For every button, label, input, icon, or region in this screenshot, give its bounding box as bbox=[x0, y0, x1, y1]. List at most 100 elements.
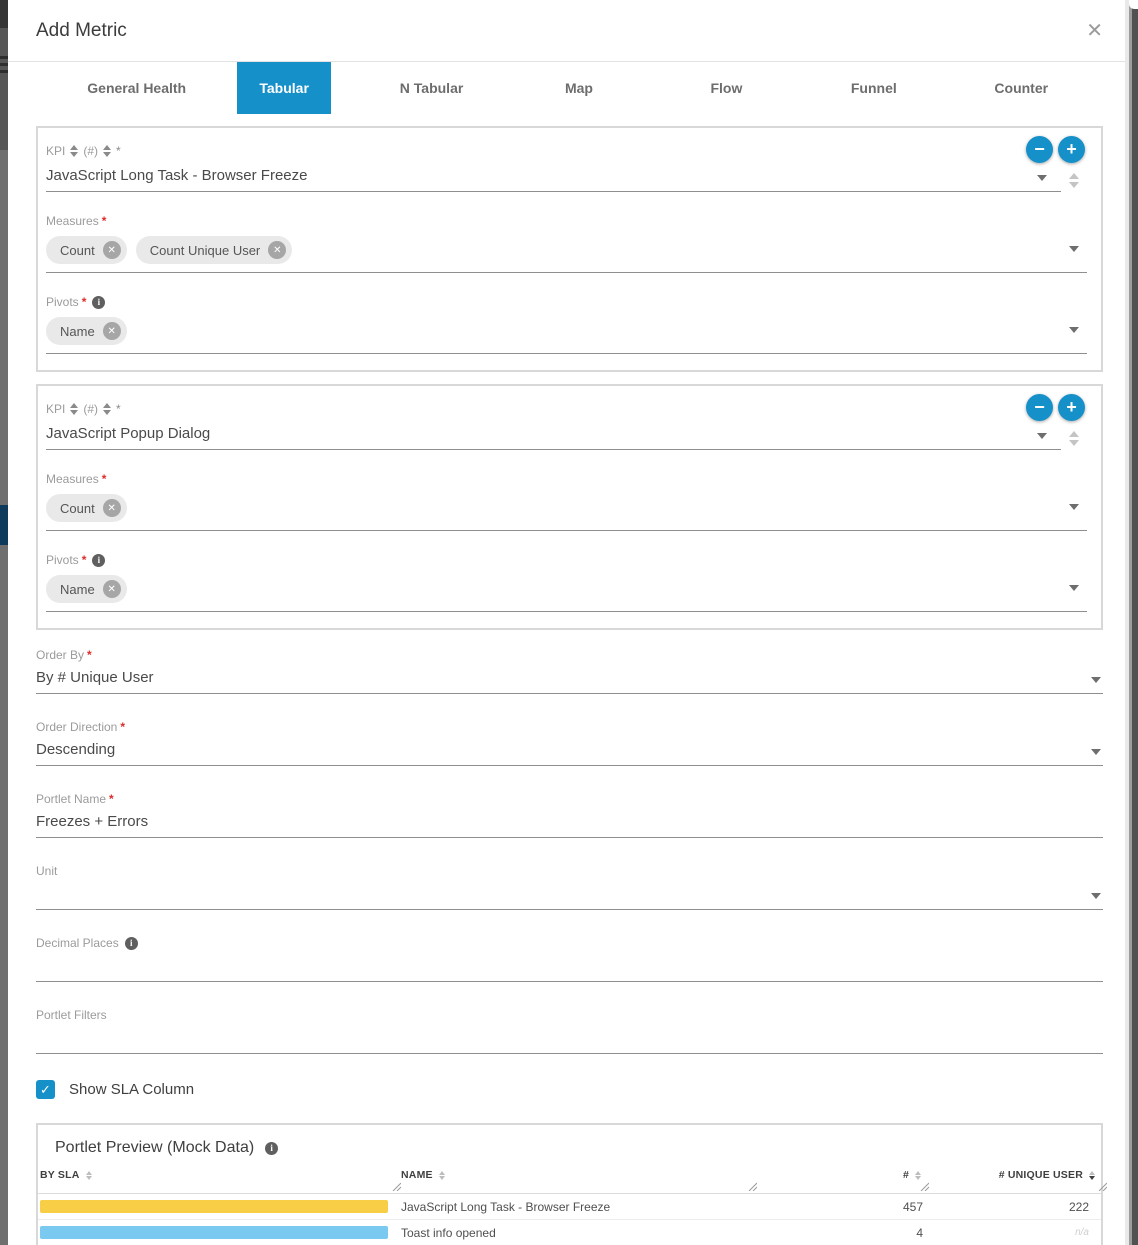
order-by-select[interactable]: By # Unique User bbox=[36, 666, 1103, 694]
remove-chip-icon[interactable]: ✕ bbox=[103, 241, 121, 259]
add-kpi-button[interactable]: + bbox=[1058, 394, 1085, 421]
order-direction-select[interactable]: Descending bbox=[36, 738, 1103, 766]
tab-tabular[interactable]: Tabular bbox=[210, 62, 357, 114]
tab-counter[interactable]: Counter bbox=[948, 62, 1095, 114]
unit-label: Unit bbox=[36, 864, 1103, 878]
portlet-name-label: Portlet Name* bbox=[36, 792, 1103, 806]
sla-bar bbox=[40, 1226, 388, 1239]
portlet-name-field: Portlet Name* Freezes + Errors bbox=[36, 792, 1103, 838]
pivots-label: Pivots* i bbox=[46, 295, 1087, 309]
tab-funnel[interactable]: Funnel bbox=[800, 62, 947, 114]
pivots-select[interactable]: Name ✕ bbox=[46, 313, 1087, 354]
required-mark: * bbox=[82, 553, 87, 567]
unit-select[interactable] bbox=[36, 882, 1103, 910]
sort-updown-icon[interactable] bbox=[70, 145, 78, 157]
chip-label: Count Unique User bbox=[150, 243, 261, 258]
column-label: BY SLA bbox=[40, 1169, 80, 1181]
chevron-down-icon bbox=[1037, 175, 1047, 181]
info-icon: i bbox=[92, 554, 105, 567]
kpi-label-text: KPI bbox=[46, 402, 65, 416]
portlet-name-input[interactable]: Freezes + Errors bbox=[36, 810, 1103, 838]
column-header-unique-user[interactable]: # UNIQUE USER bbox=[923, 1169, 1101, 1181]
measures-select[interactable]: Count ✕ Count Unique User ✕ bbox=[46, 232, 1087, 273]
row-name: Toast info opened bbox=[395, 1226, 751, 1240]
decimal-places-label: Decimal Places i bbox=[36, 936, 1103, 950]
column-label: NAME bbox=[401, 1169, 433, 1181]
order-by-label: Order By* bbox=[36, 648, 1103, 662]
preview-table: BY SLA NAME # # UNIQUE USER bbox=[38, 1169, 1101, 1245]
preview-table-header: BY SLA NAME # # UNIQUE USER bbox=[38, 1169, 1101, 1194]
column-resize-handle[interactable] bbox=[747, 1181, 757, 1191]
row-count: 4 bbox=[751, 1226, 923, 1240]
sort-updown-icon[interactable] bbox=[70, 403, 78, 415]
column-resize-handle[interactable] bbox=[391, 1181, 401, 1191]
row-name: JavaScript Long Task - Browser Freeze bbox=[395, 1200, 751, 1214]
label-text: Order Direction bbox=[36, 720, 117, 734]
chevron-down-icon bbox=[1091, 749, 1101, 755]
kpi-select[interactable]: JavaScript Long Task - Browser Freeze bbox=[46, 166, 1061, 192]
close-icon[interactable]: ✕ bbox=[1086, 21, 1103, 41]
decimal-places-input[interactable] bbox=[36, 954, 1103, 982]
info-icon: i bbox=[92, 296, 105, 309]
kpi-select[interactable]: JavaScript Popup Dialog bbox=[46, 424, 1061, 450]
sort-updown-icon[interactable] bbox=[103, 145, 111, 157]
required-mark: * bbox=[120, 720, 125, 734]
background-scrollbar[interactable] bbox=[1125, 0, 1138, 1245]
measures-label-text: Measures bbox=[46, 472, 99, 486]
table-row: Toast info opened 4 n/a bbox=[38, 1220, 1101, 1245]
column-header-count[interactable]: # bbox=[751, 1169, 923, 1181]
kpi-number-stepper[interactable] bbox=[1061, 431, 1087, 450]
remove-kpi-button[interactable]: − bbox=[1026, 136, 1053, 163]
pivots-select[interactable]: Name ✕ bbox=[46, 571, 1087, 612]
required-mark: * bbox=[109, 792, 114, 806]
tab-general-health[interactable]: General Health bbox=[63, 62, 210, 114]
column-header-name[interactable]: NAME bbox=[395, 1169, 751, 1181]
column-header-by-sla[interactable]: BY SLA bbox=[40, 1169, 395, 1181]
column-label: # bbox=[903, 1169, 909, 1181]
measures-select[interactable]: Count ✕ bbox=[46, 490, 1087, 531]
required-mark: * bbox=[116, 144, 121, 158]
column-label: # UNIQUE USER bbox=[999, 1169, 1083, 1181]
measure-chip: Count ✕ bbox=[46, 494, 127, 522]
remove-kpi-button[interactable]: − bbox=[1026, 394, 1053, 421]
kpi-label: KPI (#) * bbox=[46, 144, 1087, 158]
portlet-filters-input[interactable] bbox=[36, 1026, 1103, 1054]
show-sla-checkbox[interactable]: ✓ bbox=[36, 1080, 55, 1099]
tab-label: Tabular bbox=[237, 62, 331, 114]
kpi-hash-text: (#) bbox=[83, 402, 98, 416]
tab-flow[interactable]: Flow bbox=[653, 62, 800, 114]
row-unique-user: n/a bbox=[923, 1227, 1101, 1238]
add-metric-modal: Add Metric ✕ General Health Tabular N Ta… bbox=[8, 0, 1125, 1245]
background-sidebar-item bbox=[0, 505, 8, 545]
portlet-filters-label: Portlet Filters bbox=[36, 1008, 1103, 1022]
kpi-section-2: − + KPI (#) * JavaScript Popup Dialog Me… bbox=[36, 384, 1103, 630]
tab-label: N Tabular bbox=[378, 62, 486, 114]
kpi-label: KPI (#) * bbox=[46, 402, 1087, 416]
remove-chip-icon[interactable]: ✕ bbox=[103, 580, 121, 598]
tab-map[interactable]: Map bbox=[505, 62, 652, 114]
remove-chip-icon[interactable]: ✕ bbox=[103, 322, 121, 340]
required-mark: * bbox=[102, 214, 107, 228]
tab-label: General Health bbox=[65, 62, 208, 114]
row-unique-user: 222 bbox=[923, 1200, 1101, 1214]
unit-field: Unit bbox=[36, 864, 1103, 910]
remove-chip-icon[interactable]: ✕ bbox=[268, 241, 286, 259]
kpi-select-value: JavaScript Popup Dialog bbox=[46, 425, 210, 442]
chip-label: Count bbox=[60, 501, 95, 516]
remove-chip-icon[interactable]: ✕ bbox=[103, 499, 121, 517]
background-page-left-edge bbox=[0, 0, 8, 1245]
measure-chip: Count ✕ bbox=[46, 236, 127, 264]
sla-bar bbox=[40, 1200, 388, 1213]
pivot-chip: Name ✕ bbox=[46, 317, 127, 345]
add-kpi-button[interactable]: + bbox=[1058, 136, 1085, 163]
column-resize-handle[interactable] bbox=[919, 1181, 929, 1191]
column-resize-handle[interactable] bbox=[1097, 1181, 1107, 1191]
required-mark: * bbox=[82, 295, 87, 309]
hamburger-icon bbox=[0, 63, 8, 66]
tab-n-tabular[interactable]: N Tabular bbox=[358, 62, 505, 114]
kpi-number-stepper[interactable] bbox=[1061, 173, 1087, 192]
sort-updown-icon[interactable] bbox=[103, 403, 111, 415]
chevron-down-icon bbox=[1069, 246, 1079, 252]
portlet-filters-field: Portlet Filters bbox=[36, 1008, 1103, 1054]
order-by-field: Order By* By # Unique User bbox=[36, 648, 1103, 694]
